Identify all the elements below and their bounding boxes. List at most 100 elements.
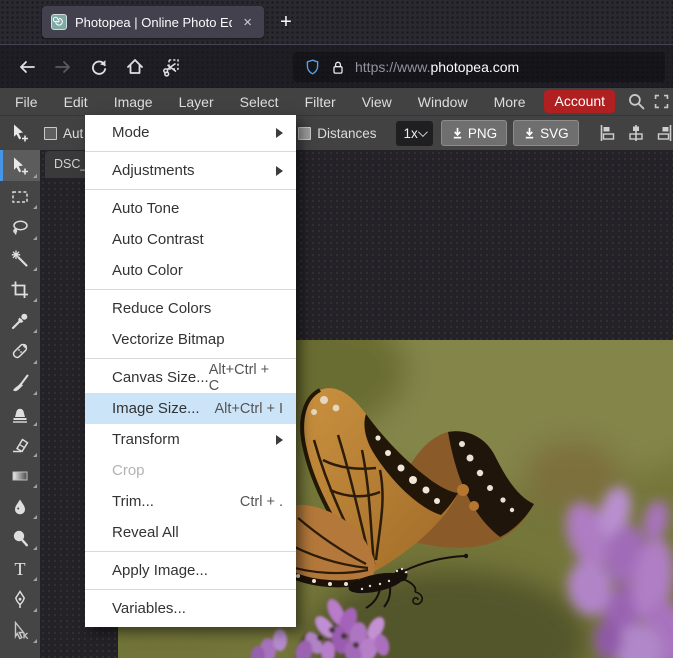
stamp-icon <box>13 408 27 423</box>
marquee-icon <box>12 190 28 203</box>
back-icon[interactable] <box>14 54 40 80</box>
download-icon <box>453 127 462 139</box>
menu-item-vectorize-bitmap[interactable]: Vectorize Bitmap <box>85 324 296 355</box>
menu-image[interactable]: Image <box>101 88 166 115</box>
menu-separator <box>85 189 296 190</box>
photopea-menubar: File Edit Image Layer Select Filter View… <box>0 88 673 115</box>
menu-separator <box>85 151 296 152</box>
tool-brush[interactable] <box>0 367 40 398</box>
tool-magic-wand[interactable] <box>0 243 40 274</box>
menu-layer[interactable]: Layer <box>166 88 227 115</box>
current-tool-move-icon <box>0 123 40 143</box>
tracking-shield-icon[interactable] <box>304 58 321 76</box>
pen-icon <box>14 589 26 608</box>
url-bar[interactable]: https://www.photopea.com <box>293 52 665 82</box>
distances-option[interactable]: Distances <box>298 125 377 141</box>
menu-item-mode[interactable]: Mode <box>85 117 296 148</box>
reload-icon[interactable] <box>86 54 112 80</box>
download-icon <box>525 127 534 139</box>
crop-icon <box>11 281 28 298</box>
browser-navbar: https://www.photopea.com <box>0 44 673 88</box>
app-window: Photopea | Online Photo Editor × + <box>0 0 673 658</box>
menu-item-apply-image[interactable]: Apply Image... <box>85 555 296 586</box>
home-icon[interactable] <box>122 54 148 80</box>
menu-item-trim[interactable]: Trim... Ctrl + . <box>85 486 296 517</box>
lock-icon[interactable] <box>330 59 346 76</box>
tool-rectangle-select[interactable] <box>0 181 40 212</box>
menu-item-transform[interactable]: Transform <box>85 424 296 455</box>
forward-icon[interactable] <box>50 54 76 80</box>
chevron-down-icon <box>417 126 428 137</box>
tool-lasso[interactable] <box>0 212 40 243</box>
menu-item-adjustments[interactable]: Adjustments <box>85 155 296 186</box>
menu-file[interactable]: File <box>2 88 51 115</box>
align-right-icon[interactable] <box>654 124 673 142</box>
url-text: https://www.photopea.com <box>355 59 520 75</box>
export-svg-button[interactable]: SVG <box>513 120 579 146</box>
new-tab-button[interactable]: + <box>271 7 301 37</box>
eyedropper-icon <box>11 313 28 329</box>
auto-select-label: Aut <box>63 125 84 141</box>
tool-eyedropper[interactable] <box>0 305 40 336</box>
tool-gradient[interactable] <box>0 460 40 491</box>
menu-more[interactable]: More <box>481 88 539 115</box>
distances-checkbox[interactable] <box>298 126 312 140</box>
tool-crop[interactable] <box>0 274 40 305</box>
bandage-icon <box>12 343 28 358</box>
menu-select[interactable]: Select <box>227 88 292 115</box>
tool-type[interactable]: T <box>0 553 40 584</box>
fullscreen-icon[interactable] <box>650 89 673 115</box>
tab-close-icon[interactable]: × <box>240 13 255 32</box>
menu-item-reduce-colors[interactable]: Reduce Colors <box>85 293 296 324</box>
menu-item-image-size[interactable]: Image Size... Alt+Ctrl + I <box>85 393 296 424</box>
menu-separator <box>85 358 296 359</box>
align-center-horizontal-icon[interactable] <box>626 124 646 142</box>
menu-separator <box>85 289 296 290</box>
direct-select-icon <box>14 620 29 639</box>
submenu-arrow-icon <box>276 434 283 445</box>
menu-item-variables[interactable]: Variables... <box>85 593 296 624</box>
type-icon: T <box>15 559 26 579</box>
dodge-icon <box>13 530 28 546</box>
screenshot-icon[interactable] <box>158 54 184 80</box>
tool-spot-healing[interactable] <box>0 336 40 367</box>
menu-item-auto-tone[interactable]: Auto Tone <box>85 193 296 224</box>
browser-titlebar: Photopea | Online Photo Editor × + <box>0 0 673 44</box>
menu-window[interactable]: Window <box>405 88 481 115</box>
submenu-arrow-icon <box>276 127 283 138</box>
menu-edit[interactable]: Edit <box>51 88 101 115</box>
photopea-logo-icon <box>51 14 67 30</box>
search-icon[interactable] <box>625 89 648 115</box>
account-button[interactable]: Account <box>544 90 616 113</box>
svg-text:T: T <box>15 559 26 579</box>
menu-item-reveal-all[interactable]: Reveal All <box>85 517 296 548</box>
align-left-icon[interactable] <box>598 124 618 142</box>
tool-dodge[interactable] <box>0 522 40 553</box>
menu-filter[interactable]: Filter <box>292 88 349 115</box>
menu-item-crop: Crop <box>112 462 145 479</box>
water-drop-icon <box>15 499 25 514</box>
gradient-icon <box>12 471 28 480</box>
auto-select-checkbox[interactable] <box>44 126 57 140</box>
export-png-button[interactable]: PNG <box>440 120 508 146</box>
menu-item-auto-color[interactable]: Auto Color <box>85 255 296 286</box>
tool-move[interactable] <box>0 150 40 181</box>
tool-clone-stamp[interactable] <box>0 398 40 429</box>
zoom-scale-select[interactable]: 1x <box>395 120 433 146</box>
menu-separator <box>85 589 296 590</box>
menu-item-auto-contrast[interactable]: Auto Contrast <box>85 224 296 255</box>
tool-pen[interactable] <box>0 584 40 615</box>
tool-eraser[interactable] <box>0 429 40 460</box>
menu-view[interactable]: View <box>349 88 405 115</box>
menu-separator <box>85 551 296 552</box>
tool-direct-select[interactable] <box>0 615 40 646</box>
move-icon <box>14 157 28 174</box>
submenu-arrow-icon <box>276 165 283 176</box>
browser-tab[interactable]: Photopea | Online Photo Editor × <box>42 6 264 38</box>
auto-select-option[interactable]: Aut <box>44 126 83 141</box>
distances-label: Distances <box>317 125 377 141</box>
magic-wand-icon <box>11 250 28 267</box>
tool-blur[interactable] <box>0 491 40 522</box>
lasso-icon <box>13 219 28 235</box>
menu-item-canvas-size[interactable]: Canvas Size... Alt+Ctrl + C <box>85 362 296 394</box>
